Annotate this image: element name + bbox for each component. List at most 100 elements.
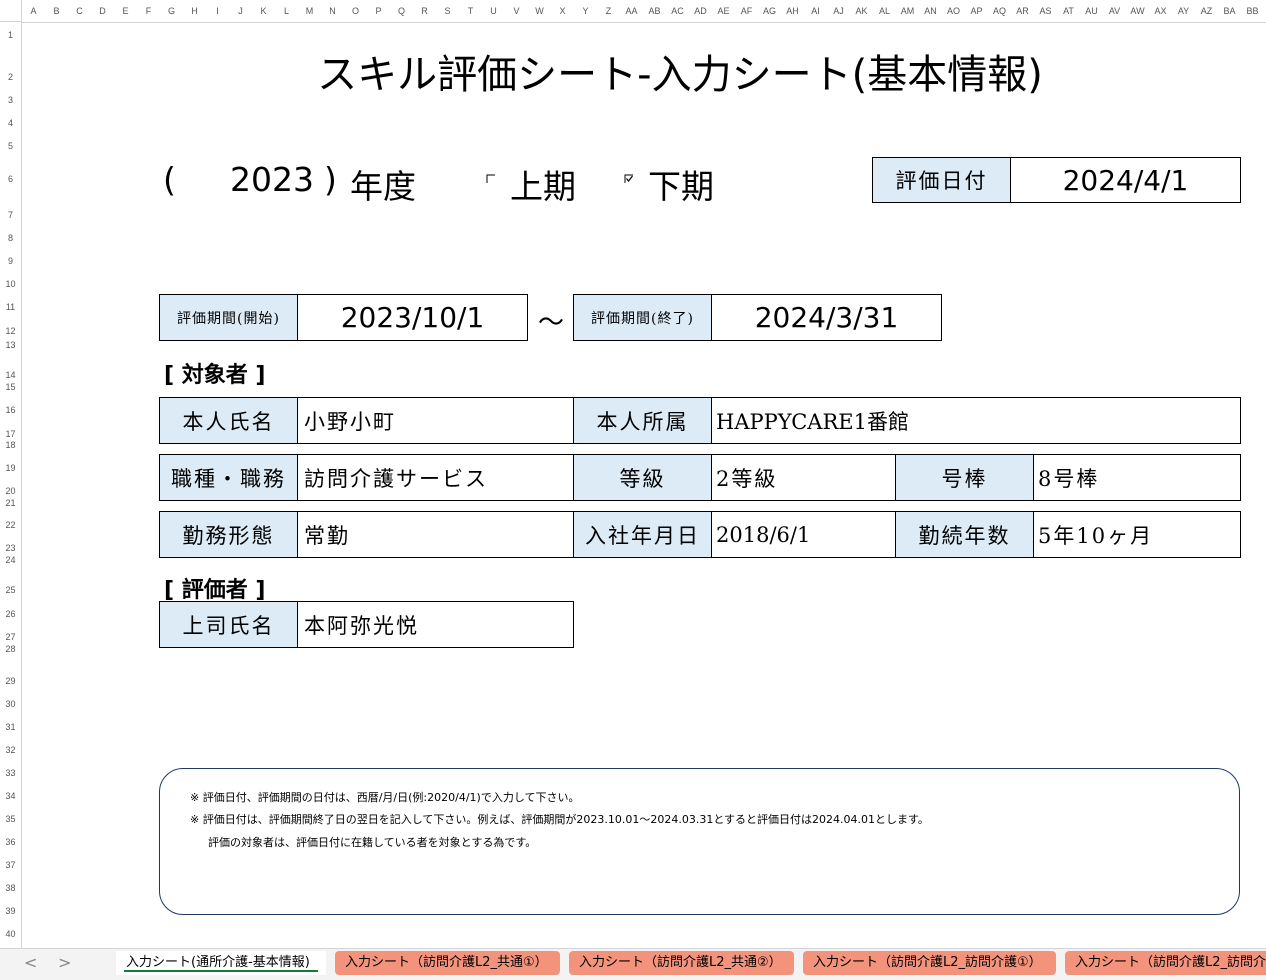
- column-header[interactable]: AB: [643, 0, 666, 22]
- row-header[interactable]: 18: [0, 440, 21, 450]
- column-header[interactable]: AG: [758, 0, 781, 22]
- boss-value[interactable]: 本阿弥光悦: [297, 601, 574, 648]
- row-header[interactable]: 26: [0, 609, 21, 619]
- row-header[interactable]: 7: [0, 210, 21, 220]
- column-header[interactable]: AY: [1172, 0, 1195, 22]
- row-header[interactable]: 6: [0, 174, 21, 184]
- row-header[interactable]: 32: [0, 745, 21, 755]
- fiscal-year[interactable]: 2023: [230, 160, 314, 199]
- row-header[interactable]: 22: [0, 520, 21, 530]
- row-header[interactable]: 24: [0, 555, 21, 565]
- row-header[interactable]: 39: [0, 906, 21, 916]
- column-header[interactable]: Z: [597, 0, 620, 22]
- sheet-tab-active[interactable]: 入力シート(通所介護-基本情報): [116, 951, 326, 975]
- eval-date-value[interactable]: 2024/4/1: [1010, 157, 1241, 203]
- affiliation-value[interactable]: HAPPYCARE1番館: [711, 397, 1241, 444]
- column-header[interactable]: P: [367, 0, 390, 22]
- column-header[interactable]: AX: [1149, 0, 1172, 22]
- row-header[interactable]: 38: [0, 883, 21, 893]
- row-header[interactable]: 10: [0, 279, 21, 289]
- grade-value[interactable]: 2等級: [711, 454, 896, 501]
- column-header[interactable]: AO: [942, 0, 965, 22]
- sheet-tab[interactable]: 入力シート（訪問介護L2_共通①）: [335, 951, 560, 975]
- row-header[interactable]: 28: [0, 644, 21, 654]
- row-header[interactable]: 11: [0, 302, 21, 312]
- column-header[interactable]: U: [482, 0, 505, 22]
- sheet-tab[interactable]: 入力シート（訪問介護L2_共通②）: [569, 951, 794, 975]
- sheet-tab[interactable]: 入力シート（訪問介護L2_訪問介護①）: [803, 951, 1056, 975]
- work-style-value[interactable]: 常勤: [297, 511, 574, 558]
- column-header[interactable]: D: [91, 0, 114, 22]
- row-header[interactable]: 17: [0, 429, 21, 439]
- column-header[interactable]: AT: [1057, 0, 1080, 22]
- column-header[interactable]: AR: [1011, 0, 1034, 22]
- prev-sheet-button[interactable]: <: [24, 953, 37, 972]
- period-end-value[interactable]: 2024/3/31: [711, 294, 942, 341]
- column-header[interactable]: B: [45, 0, 68, 22]
- column-header[interactable]: T: [459, 0, 482, 22]
- row-header[interactable]: 13: [0, 340, 21, 350]
- row-header[interactable]: 20: [0, 486, 21, 496]
- column-header[interactable]: W: [528, 0, 551, 22]
- tenure-value[interactable]: 5年10ヶ月: [1033, 511, 1241, 558]
- column-header[interactable]: AC: [666, 0, 689, 22]
- column-header[interactable]: E: [114, 0, 137, 22]
- select-all-corner[interactable]: [0, 0, 22, 22]
- column-header[interactable]: F: [137, 0, 160, 22]
- row-header[interactable]: 31: [0, 722, 21, 732]
- column-header[interactable]: BA: [1218, 0, 1241, 22]
- column-header[interactable]: Y: [574, 0, 597, 22]
- column-header[interactable]: M: [298, 0, 321, 22]
- column-header[interactable]: J: [229, 0, 252, 22]
- column-header[interactable]: X: [551, 0, 574, 22]
- name-value[interactable]: 小野小町: [297, 397, 574, 444]
- column-header[interactable]: O: [344, 0, 367, 22]
- column-header[interactable]: G: [160, 0, 183, 22]
- row-header[interactable]: 30: [0, 699, 21, 709]
- period-start-value[interactable]: 2023/10/1: [297, 294, 528, 341]
- row-header[interactable]: 21: [0, 498, 21, 508]
- row-header[interactable]: 36: [0, 837, 21, 847]
- column-header[interactable]: H: [183, 0, 206, 22]
- second-half-checkbox[interactable]: [624, 174, 633, 183]
- column-header[interactable]: AM: [896, 0, 919, 22]
- row-header[interactable]: 34: [0, 791, 21, 801]
- column-header[interactable]: AU: [1080, 0, 1103, 22]
- row-header[interactable]: 29: [0, 676, 21, 686]
- row-header[interactable]: 14: [0, 370, 21, 380]
- column-header[interactable]: S: [436, 0, 459, 22]
- column-header[interactable]: AP: [965, 0, 988, 22]
- column-header[interactable]: AK: [850, 0, 873, 22]
- column-header[interactable]: AA: [620, 0, 643, 22]
- column-header[interactable]: BB: [1241, 0, 1264, 22]
- row-header[interactable]: 25: [0, 585, 21, 595]
- row-header[interactable]: 19: [0, 463, 21, 473]
- row-header[interactable]: 5: [0, 141, 21, 151]
- column-header[interactable]: A: [22, 0, 45, 22]
- column-header[interactable]: AE: [712, 0, 735, 22]
- column-header[interactable]: Q: [390, 0, 413, 22]
- column-header[interactable]: AZ: [1195, 0, 1218, 22]
- join-date-value[interactable]: 2018/6/1: [711, 511, 896, 558]
- row-header[interactable]: 15: [0, 382, 21, 392]
- column-header[interactable]: L: [275, 0, 298, 22]
- first-half-checkbox[interactable]: [486, 174, 495, 183]
- step-value[interactable]: 8号棒: [1033, 454, 1241, 501]
- column-header[interactable]: AS: [1034, 0, 1057, 22]
- row-header[interactable]: 12: [0, 326, 21, 336]
- row-header[interactable]: 2: [0, 72, 21, 82]
- row-header[interactable]: 33: [0, 768, 21, 778]
- column-header[interactable]: AH: [781, 0, 804, 22]
- column-header[interactable]: AI: [804, 0, 827, 22]
- column-header[interactable]: AN: [919, 0, 942, 22]
- row-header[interactable]: 9: [0, 256, 21, 266]
- row-header[interactable]: 23: [0, 543, 21, 553]
- column-header[interactable]: AW: [1126, 0, 1149, 22]
- column-header[interactable]: R: [413, 0, 436, 22]
- row-header[interactable]: 35: [0, 814, 21, 824]
- job-value[interactable]: 訪問介護サービス: [297, 454, 574, 501]
- column-header[interactable]: AF: [735, 0, 758, 22]
- row-header[interactable]: 8: [0, 233, 21, 243]
- next-sheet-button[interactable]: >: [58, 953, 71, 972]
- column-header[interactable]: C: [68, 0, 91, 22]
